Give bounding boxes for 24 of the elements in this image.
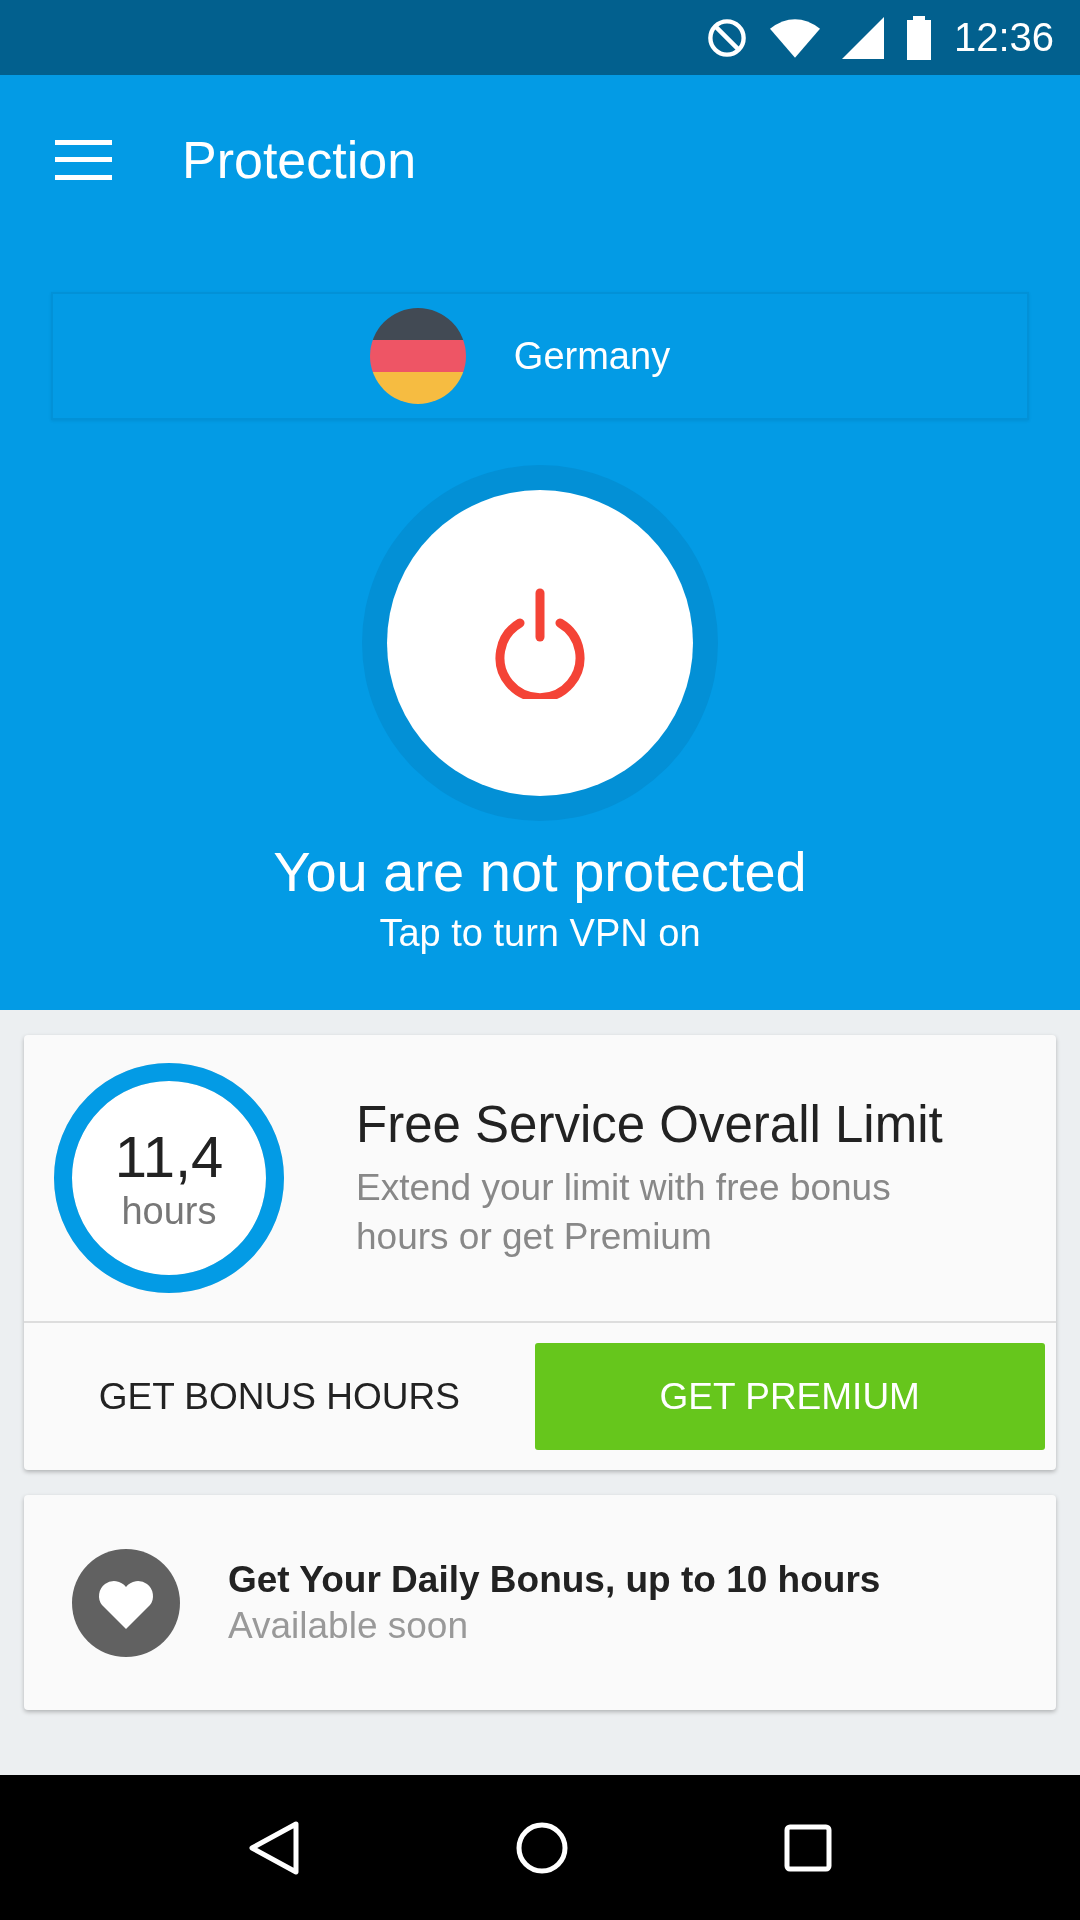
do-not-disturb-icon (705, 16, 748, 59)
battery-icon (905, 15, 932, 60)
bonus-subtitle: Available soon (228, 1604, 469, 1647)
wifi-icon (769, 17, 820, 58)
power-icon (492, 587, 588, 699)
recents-icon[interactable] (784, 1823, 833, 1872)
app-title: Protection (182, 130, 417, 190)
protection-status: You are not protected (273, 839, 807, 904)
back-icon[interactable] (247, 1819, 300, 1876)
clock-time: 12:36 (953, 15, 1054, 60)
home-icon[interactable] (515, 1820, 569, 1875)
limit-description: Extend your limit with free bonus hours or get Premium (356, 1166, 892, 1259)
bonus-title: Get Your Daily Bonus, up to 10 hours (228, 1558, 881, 1601)
country-selector[interactable]: Germany (51, 292, 1029, 420)
country-name: Germany (513, 334, 671, 378)
hours-value: 11,4 (114, 1123, 224, 1190)
menu-icon[interactable] (55, 140, 112, 180)
signal-icon (841, 16, 884, 59)
bonus-hours-button[interactable]: GET BONUS HOURS (24, 1343, 535, 1450)
premium-button[interactable]: GET PREMIUM (534, 1343, 1045, 1450)
limit-title: Free Service Overall Limit (356, 1095, 944, 1155)
flag-icon (369, 308, 466, 404)
vpn-hint: Tap to turn VPN on (379, 912, 701, 955)
hours-unit: hours (121, 1190, 217, 1233)
